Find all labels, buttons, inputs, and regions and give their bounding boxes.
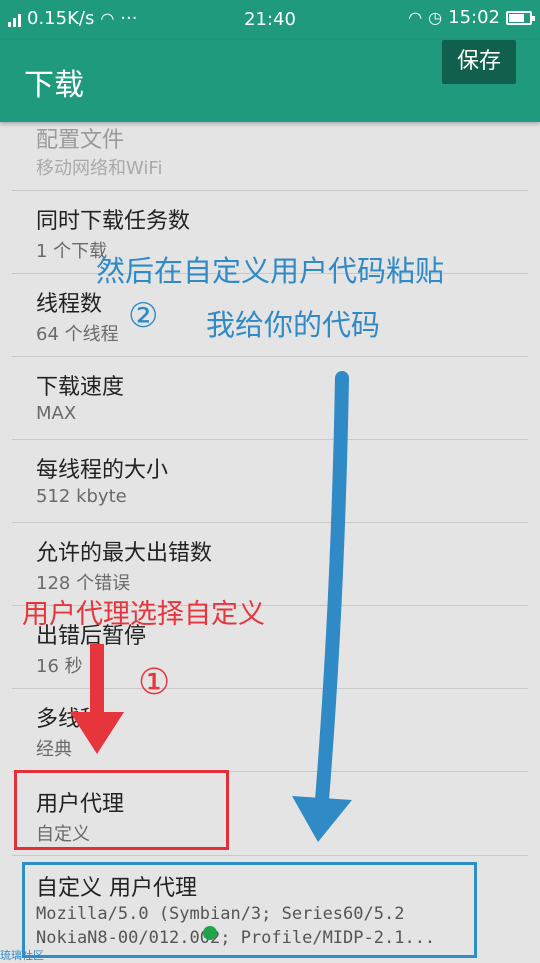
red-arrow-shaft-icon bbox=[90, 644, 104, 718]
annotation-arrows bbox=[70, 371, 352, 842]
annotation-step1-text: 用户代理选择自定义 bbox=[22, 599, 265, 630]
blue-arrowhead-icon bbox=[292, 796, 352, 842]
blue-arrow-icon bbox=[315, 371, 349, 807]
annotation-step2-number: ② bbox=[128, 296, 159, 336]
annotation-step1-number: ① bbox=[138, 662, 171, 703]
annotation-step2-line2: 我给你的代码 bbox=[206, 308, 381, 342]
watermark: 琉璃社区 bbox=[0, 949, 44, 962]
annotation-step2-line1: 然后在自定义用户代码粘贴 bbox=[96, 254, 445, 288]
red-arrowhead-icon bbox=[70, 712, 124, 754]
floating-dot bbox=[203, 926, 217, 940]
